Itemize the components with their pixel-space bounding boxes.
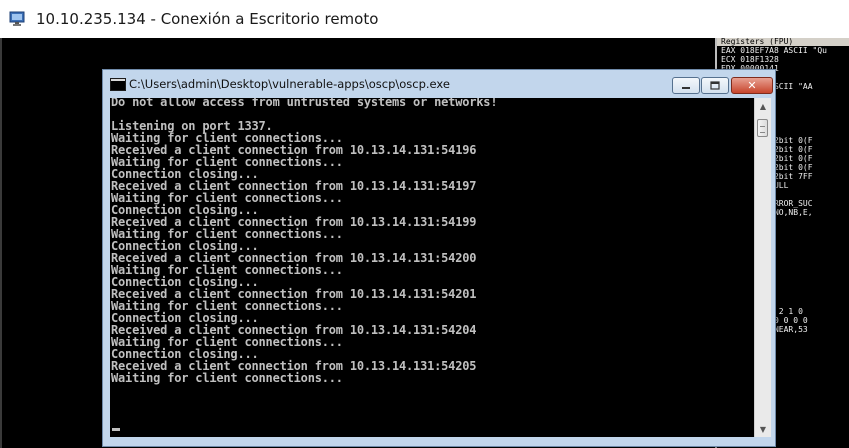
vertical-scrollbar[interactable]: ▲ ▼ (754, 98, 771, 437)
scroll-up-button[interactable]: ▲ (755, 98, 771, 114)
minimize-button[interactable] (672, 77, 700, 94)
register-line: EAX 018EF7A8 ASCII "Qu (721, 46, 827, 55)
registers-header: Registers (FPU) (717, 38, 849, 46)
console-output[interactable]: Do not allow access from untrusted syste… (110, 98, 754, 437)
text-cursor (112, 428, 120, 431)
minimize-icon (682, 86, 690, 89)
maximize-button[interactable] (701, 77, 729, 94)
down-arrow-icon: ▼ (759, 424, 767, 434)
frame-edge (0, 38, 2, 448)
scroll-thumb[interactable] (757, 119, 768, 137)
remote-desktop-icon (9, 11, 25, 26)
console-app-icon (110, 78, 126, 91)
maximize-icon (710, 81, 720, 90)
console-window[interactable]: C:\Users\admin\Desktop\vulnerable-apps\o… (102, 69, 776, 447)
console-titlebar[interactable]: C:\Users\admin\Desktop\vulnerable-apps\o… (103, 70, 775, 98)
scroll-down-button[interactable]: ▼ (755, 421, 771, 437)
window-title: 10.10.235.134 - Conexión a Escritorio re… (36, 10, 379, 28)
console-line: Waiting for client connections... (111, 371, 343, 385)
console-text: Do not allow access from untrusted syste… (111, 98, 498, 385)
console-line: Do not allow access from untrusted syste… (111, 98, 498, 109)
remote-desktop-area[interactable]: Registers (FPU) EAX 018EF7A8 ASCII "Qu EC… (0, 38, 849, 448)
close-button[interactable]: ✕ (731, 77, 773, 94)
rdp-titlebar[interactable]: 10.10.235.134 - Conexión a Escritorio re… (0, 0, 849, 38)
register-line: ECX 018F1328 (721, 55, 779, 64)
console-title: C:\Users\admin\Desktop\vulnerable-apps\o… (129, 77, 450, 91)
up-arrow-icon: ▲ (759, 101, 767, 111)
close-icon: ✕ (747, 79, 757, 92)
